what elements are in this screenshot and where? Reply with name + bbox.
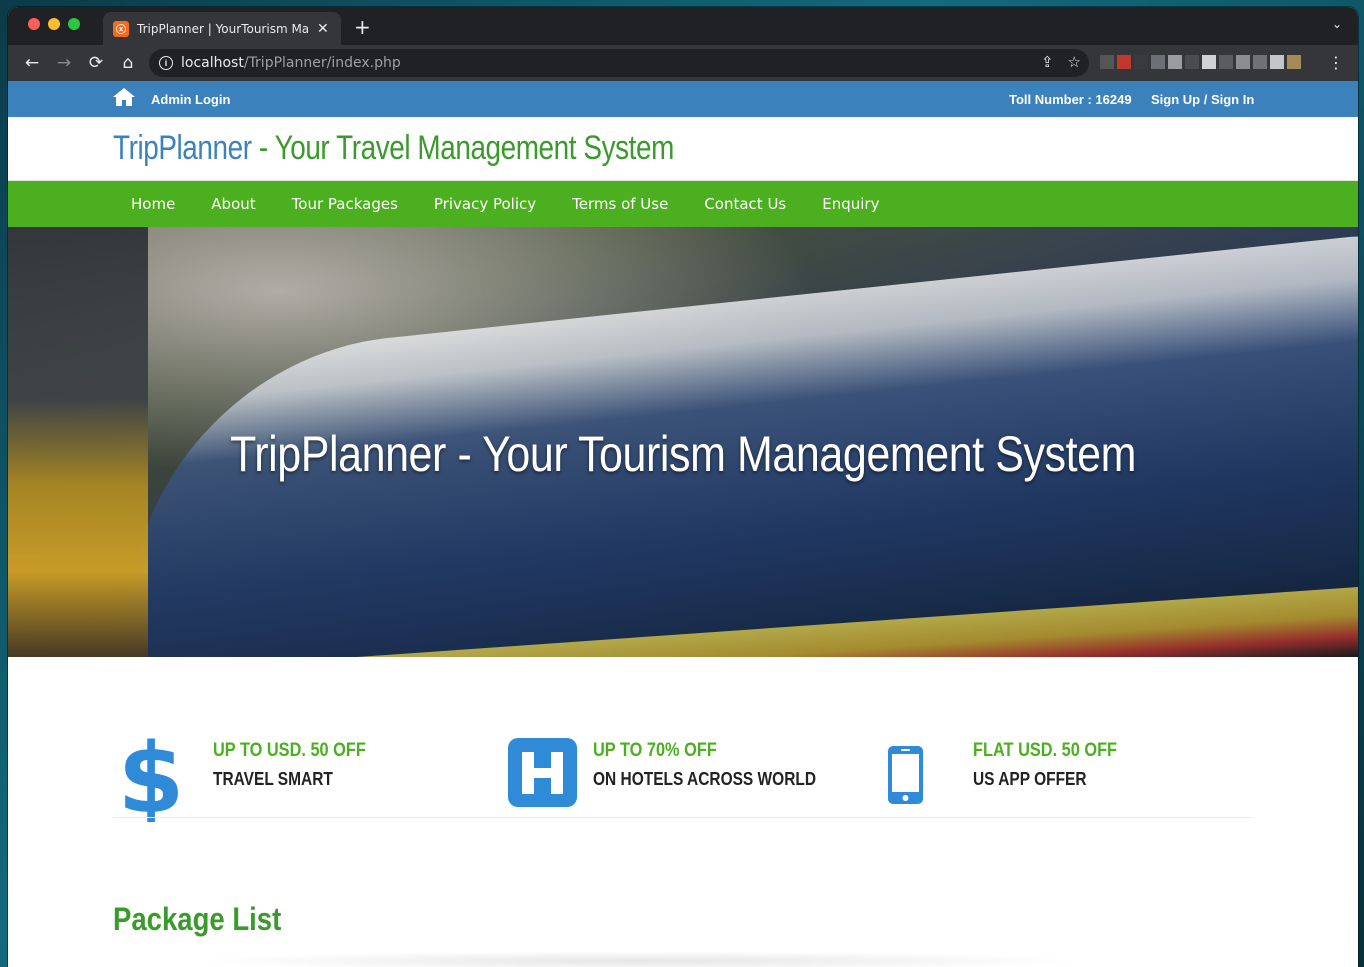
nav-privacy-policy[interactable]: Privacy Policy: [416, 195, 554, 213]
svg-text:$: $: [118, 732, 183, 822]
url-text: localhost/TripPlanner/index.php: [181, 55, 401, 71]
extension-icon[interactable]: [1117, 55, 1131, 69]
extension-icon[interactable]: [1134, 55, 1148, 69]
home-icon[interactable]: [112, 87, 136, 107]
tab-close-icon[interactable]: ✕: [317, 21, 329, 37]
offers-divider: [113, 817, 1253, 818]
minimize-window-button[interactable]: [48, 18, 60, 30]
url-bar[interactable]: i localhost/TripPlanner/index.php ⇪ ☆: [149, 49, 1089, 77]
extension-icon[interactable]: [1202, 55, 1216, 69]
extension-icon[interactable]: [1219, 55, 1233, 69]
browser-menu-icon[interactable]: ⋮: [1328, 53, 1344, 72]
offer-card: FLAT USD. 50 OFF US APP OFFER: [873, 732, 1233, 822]
brand-name: TripPlanner: [113, 129, 252, 167]
brand-tagline: - Your Travel Management System: [251, 129, 674, 167]
url-path: /TripPlanner/index.php: [243, 55, 401, 71]
tab-title: TripPlanner | YourTourism Mana: [137, 21, 309, 36]
omnibox-actions: ⇪ ☆: [1041, 53, 1081, 71]
forward-button[interactable]: →: [48, 53, 80, 73]
bookmark-star-icon[interactable]: ☆: [1068, 53, 1081, 71]
extensions-area: [1100, 55, 1301, 69]
hotel-icon: [508, 738, 577, 807]
extension-icon[interactable]: [1185, 55, 1199, 69]
offers-section: $ UP TO USD. 50 OFF TRAVEL SMART UP TO 7…: [8, 657, 1358, 847]
offer-title: FLAT USD. 50 OFF: [973, 740, 1118, 761]
hero-title: TripPlanner - Your Tourism Management Sy…: [229, 426, 1137, 482]
extension-icon[interactable]: [1168, 55, 1182, 69]
top-utility-bar: Admin Login Toll Number : 16249 Sign Up …: [8, 81, 1358, 117]
tab-bar: ⓧ TripPlanner | YourTourism Mana ✕ + ⌄: [8, 7, 1358, 45]
maximize-window-button[interactable]: [68, 18, 80, 30]
tab-search-icon[interactable]: ⌄: [1332, 17, 1342, 31]
offer-subtitle: TRAVEL SMART: [213, 769, 333, 789]
offer-subtitle: US APP OFFER: [973, 769, 1087, 789]
back-button[interactable]: ←: [16, 53, 48, 73]
extension-icon[interactable]: [1287, 55, 1301, 69]
extension-icon[interactable]: [1236, 55, 1250, 69]
extension-icon[interactable]: [1100, 55, 1114, 69]
toll-number: Toll Number : 16249: [1009, 92, 1132, 107]
offer-title: UP TO USD. 50 OFF: [213, 740, 366, 761]
site-info-icon[interactable]: i: [159, 56, 173, 70]
active-tab[interactable]: ⓧ TripPlanner | YourTourism Mana ✕: [103, 12, 341, 45]
site-brand[interactable]: TripPlanner - Your Travel Management Sys…: [113, 129, 674, 168]
nav-home[interactable]: Home: [113, 195, 193, 213]
browser-window: ⓧ TripPlanner | YourTourism Mana ✕ + ⌄ ←…: [8, 7, 1358, 967]
admin-login-link[interactable]: Admin Login: [151, 92, 230, 107]
extension-icon[interactable]: [1151, 55, 1165, 69]
nav-enquiry[interactable]: Enquiry: [804, 195, 897, 213]
offer-subtitle: ON HOTELS ACROSS WORLD: [593, 769, 817, 789]
offer-title: UP TO 70% OFF: [593, 740, 717, 761]
nav-tour-packages[interactable]: Tour Packages: [274, 195, 416, 213]
site-header: TripPlanner - Your Travel Management Sys…: [8, 117, 1358, 181]
nav-contact-us[interactable]: Contact Us: [686, 195, 804, 213]
share-icon[interactable]: ⇪: [1041, 53, 1054, 71]
close-window-button[interactable]: [28, 18, 40, 30]
signup-signin-link[interactable]: Sign Up / Sign In: [1151, 92, 1254, 107]
reload-button[interactable]: ⟳: [80, 53, 112, 73]
package-list-title: Package List: [113, 901, 282, 937]
web-page: Admin Login Toll Number : 16249 Sign Up …: [8, 81, 1358, 967]
nav-terms-of-use[interactable]: Terms of Use: [554, 195, 686, 213]
offer-card: UP TO 70% OFF ON HOTELS ACROSS WORLD: [493, 732, 853, 822]
offer-card: $ UP TO USD. 50 OFF TRAVEL SMART: [113, 732, 473, 822]
extension-icon[interactable]: [1253, 55, 1267, 69]
window-controls: [28, 18, 80, 30]
main-navigation: Home About Tour Packages Privacy Policy …: [8, 181, 1358, 227]
package-card-shadow: [188, 951, 1088, 967]
home-button[interactable]: ⌂: [112, 53, 144, 73]
dollar-icon: $: [118, 732, 183, 822]
mobile-icon: [888, 746, 923, 804]
new-tab-button[interactable]: +: [354, 15, 371, 39]
url-host: localhost: [181, 55, 244, 71]
nav-about[interactable]: About: [193, 195, 273, 213]
address-toolbar: ← → ⟳ ⌂ i localhost/TripPlanner/index.ph…: [8, 45, 1358, 81]
xampp-favicon-icon: ⓧ: [113, 20, 129, 37]
hero-banner: TripPlanner - Your Tourism Management Sy…: [8, 227, 1358, 657]
extension-icon[interactable]: [1270, 55, 1284, 69]
